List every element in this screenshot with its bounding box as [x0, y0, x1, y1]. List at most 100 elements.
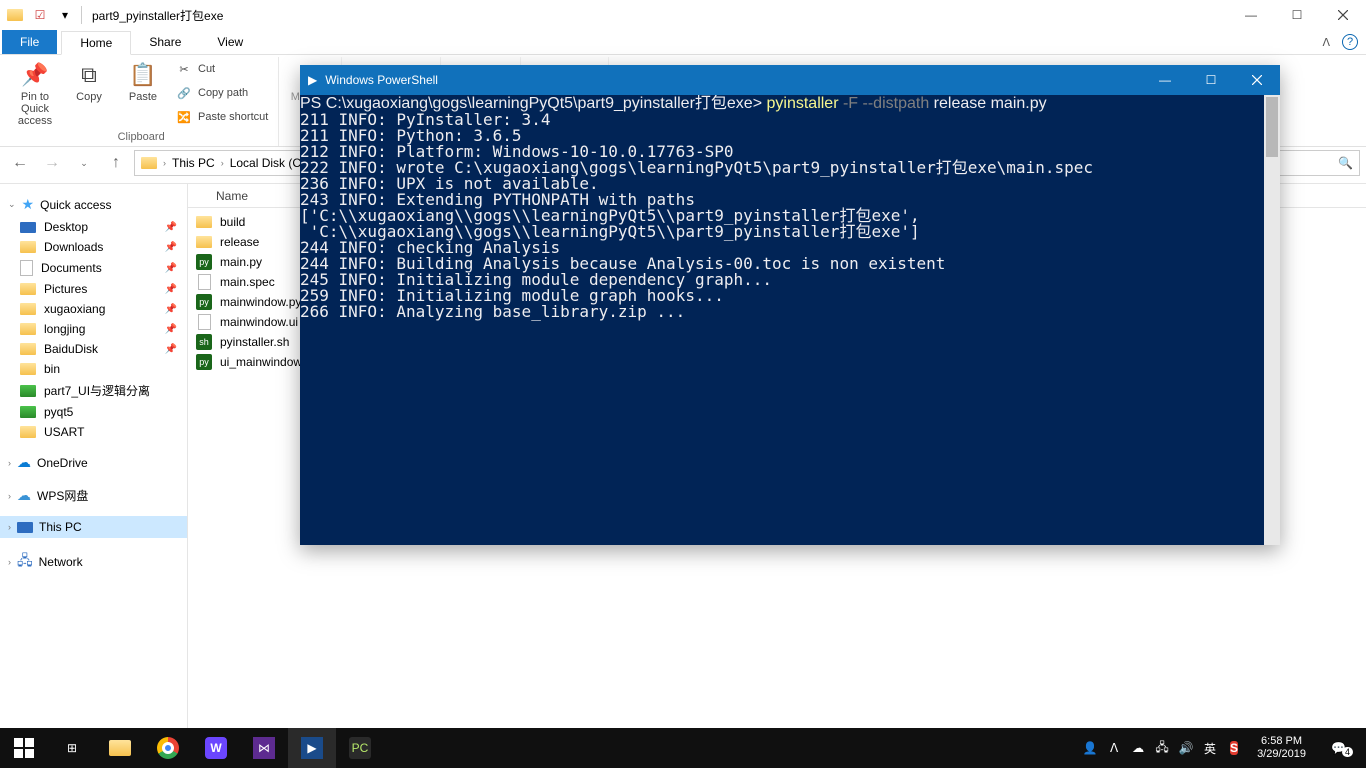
title-bar: ☑ ▾ part9_pyinstaller打包exe — ☐ — [0, 0, 1366, 30]
copy-button[interactable]: ⧉Copy — [64, 57, 114, 129]
taskbar-wps[interactable]: W — [192, 728, 240, 768]
network-icon: 🖧 — [17, 550, 33, 574]
taskbar-vs[interactable]: ⋈ — [240, 728, 288, 768]
file-name: build — [220, 215, 245, 229]
minimize-button[interactable]: — — [1228, 0, 1274, 30]
quickaccess-icon: ★ — [22, 196, 35, 213]
nav-up-button[interactable]: ↑ — [102, 149, 130, 177]
file-icon: py — [196, 254, 212, 270]
window-title: part9_pyinstaller打包exe — [88, 7, 223, 24]
file-icon — [196, 234, 212, 250]
pin-quick-access-button[interactable]: 📌Pin to Quick access — [10, 57, 60, 129]
tray-people-icon[interactable]: 👤 — [1081, 741, 1099, 755]
tray-onedrive-icon[interactable]: ☁ — [1129, 741, 1147, 755]
pin-icon — [165, 304, 177, 315]
file-icon — [196, 274, 212, 290]
sidebar-item-documents[interactable]: Documents — [0, 257, 187, 279]
tab-file[interactable]: File — [2, 30, 57, 54]
taskbar-powershell[interactable]: ▶ — [288, 728, 336, 768]
powershell-title: Windows PowerShell — [325, 73, 438, 87]
powershell-icon: ▶ — [308, 73, 317, 87]
nav-back-button[interactable]: ← — [6, 149, 34, 177]
paste-button[interactable]: 📋Paste — [118, 57, 168, 129]
nav-forward-button[interactable]: → — [38, 149, 66, 177]
sidebar-item-usart[interactable]: USART — [0, 422, 187, 442]
nav-wps[interactable]: ›☁WPS网盘 — [0, 483, 187, 508]
powershell-body[interactable]: PS C:\xugaoxiang\gogs\learningPyQt5\part… — [300, 95, 1280, 545]
tab-share[interactable]: Share — [131, 30, 199, 54]
taskbar-clock[interactable]: 6:58 PM 3/29/2019 — [1249, 735, 1314, 760]
taskbar-explorer[interactable] — [96, 728, 144, 768]
tray-overflow-button[interactable]: ᐱ — [1105, 741, 1123, 755]
ps-maximize-button[interactable]: ☐ — [1188, 65, 1234, 95]
paste-shortcut-button[interactable]: 🔀Paste shortcut — [176, 111, 268, 124]
copy-path-button[interactable]: 🔗Copy path — [176, 87, 268, 100]
file-icon — [196, 314, 212, 330]
powershell-scrollbar[interactable] — [1264, 95, 1280, 545]
breadcrumb-root-icon — [141, 157, 157, 169]
tab-home[interactable]: Home — [61, 31, 131, 55]
sidebar-item-longjing[interactable]: longjing — [0, 319, 187, 339]
breadcrumb-thispc[interactable]: This PC — [166, 156, 221, 170]
close-button[interactable] — [1320, 0, 1366, 30]
sidebar-item-pyqt5[interactable]: pyqt5 — [0, 402, 187, 422]
minimize-ribbon-button[interactable]: ᐱ — [1322, 36, 1330, 49]
clock-date: 3/29/2019 — [1257, 748, 1306, 761]
sidebar-item-bin[interactable]: bin — [0, 359, 187, 379]
taskbar-chrome[interactable] — [144, 728, 192, 768]
scrollbar-thumb[interactable] — [1266, 97, 1278, 157]
pin-icon — [165, 222, 177, 233]
clock-time: 6:58 PM — [1261, 735, 1302, 748]
sidebar-item-desktop[interactable]: Desktop — [0, 217, 187, 237]
qat-newfolder-icon[interactable]: ▾ — [54, 4, 76, 26]
powershell-titlebar[interactable]: ▶ Windows PowerShell — ☐ — [300, 65, 1280, 95]
wps-icon: ☁ — [17, 487, 31, 504]
sidebar-item-downloads[interactable]: Downloads — [0, 237, 187, 257]
pin-icon — [165, 324, 177, 335]
pin-icon — [165, 344, 177, 355]
start-button[interactable] — [0, 728, 48, 768]
qat-separator — [81, 6, 82, 24]
sidebar-item-xugaoxiang[interactable]: xugaoxiang — [0, 299, 187, 319]
thispc-icon — [17, 522, 33, 533]
tray-volume-icon[interactable]: 🔊 — [1177, 741, 1195, 755]
file-icon — [196, 214, 212, 230]
tab-view[interactable]: View — [199, 30, 261, 54]
notifications-button[interactable]: 💬4 — [1320, 739, 1364, 757]
file-name: main.py — [220, 255, 262, 269]
qat-properties-icon[interactable]: ☑ — [29, 4, 51, 26]
col-name[interactable]: Name — [208, 189, 256, 203]
tray-ime-button[interactable]: 英 — [1201, 740, 1219, 757]
nav-quick-access[interactable]: ⌄★Quick access — [0, 192, 187, 217]
tray-network-icon[interactable]: 🖧 — [1153, 738, 1171, 759]
taskbar: ⊞ W ⋈ ▶ PC 👤 ᐱ ☁ 🖧 🔊 英 S 6:58 PM 3/29/20… — [0, 728, 1366, 768]
maximize-button[interactable]: ☐ — [1274, 0, 1320, 30]
file-icon: sh — [196, 334, 212, 350]
file-icon: py — [196, 294, 212, 310]
onedrive-icon: ☁ — [17, 454, 31, 471]
task-view-button[interactable]: ⊞ — [48, 728, 96, 768]
ps-minimize-button[interactable]: — — [1142, 65, 1188, 95]
file-name: pyinstaller.sh — [220, 335, 289, 349]
file-icon: py — [196, 354, 212, 370]
file-name: mainwindow.py — [220, 295, 301, 309]
clipboard-group-label: Clipboard — [118, 129, 165, 145]
help-button[interactable]: ? — [1342, 34, 1358, 50]
file-name: release — [220, 235, 259, 249]
sidebar-item-baidudisk[interactable]: BaiduDisk — [0, 339, 187, 359]
pin-icon — [165, 284, 177, 295]
cut-button[interactable]: ✂Cut — [176, 63, 268, 76]
sidebar-item-part7_ui与逻辑分离[interactable]: part7_UI与逻辑分离 — [0, 379, 187, 402]
taskbar-pycharm[interactable]: PC — [336, 728, 384, 768]
nav-network[interactable]: ›🖧Network — [0, 546, 187, 578]
tray-sogou-icon[interactable]: S — [1225, 738, 1243, 758]
ps-close-button[interactable] — [1234, 65, 1280, 95]
qat-folder-icon[interactable] — [4, 4, 26, 26]
file-name: main.spec — [220, 275, 275, 289]
nav-thispc[interactable]: ›This PC — [0, 516, 187, 538]
nav-onedrive[interactable]: ›☁OneDrive — [0, 450, 187, 475]
sidebar-item-pictures[interactable]: Pictures — [0, 279, 187, 299]
pin-icon — [165, 263, 177, 274]
nav-recent-button[interactable]: ⌄ — [70, 149, 98, 177]
powershell-window: ▶ Windows PowerShell — ☐ PS C:\xugaoxian… — [300, 65, 1280, 545]
